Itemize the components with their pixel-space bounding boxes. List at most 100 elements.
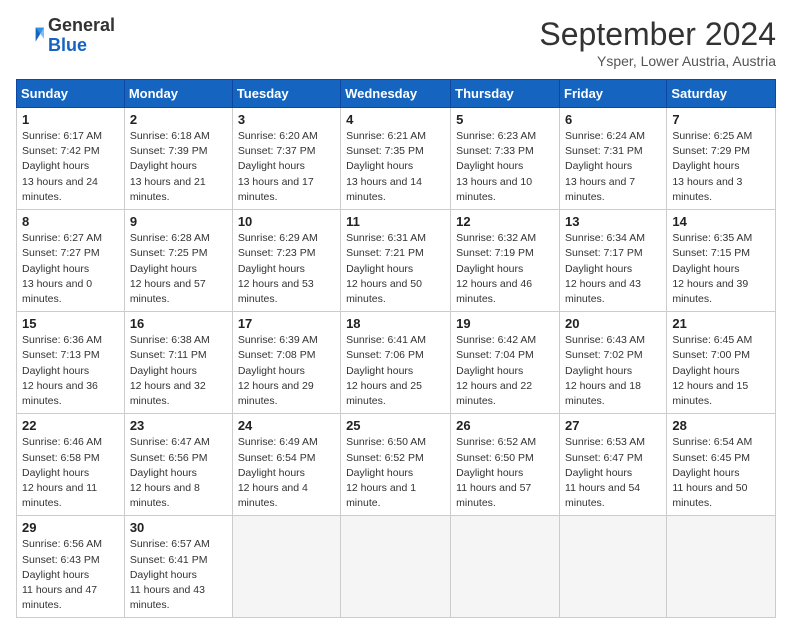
header-thursday: Thursday	[451, 80, 560, 108]
calendar-day-cell	[560, 516, 667, 618]
calendar-day-cell: 16Sunrise: 6:38 AMSunset: 7:11 PMDayligh…	[124, 312, 232, 414]
day-info: Sunrise: 6:32 AMSunset: 7:19 PMDaylight …	[456, 231, 554, 307]
calendar-day-cell: 5 Sunrise: 6:23 AMSunset: 7:33 PMDaylight…	[451, 108, 560, 210]
day-info: Sunrise: 6:42 AMSunset: 7:04 PMDaylight …	[456, 333, 554, 409]
day-info: Sunrise: 6:46 AMSunset: 6:58 PMDaylight …	[22, 435, 119, 511]
calendar-day-cell: 4 Sunrise: 6:21 AMSunset: 7:35 PMDaylight…	[341, 108, 451, 210]
calendar-week-row: 29Sunrise: 6:56 AMSunset: 6:43 PMDayligh…	[17, 516, 776, 618]
calendar-day-cell: 3Sunrise: 6:20 AMSunset: 7:37 PMDaylight…	[232, 108, 340, 210]
calendar-day-cell: 19 Sunrise: 6:42 AMSunset: 7:04 PMDayligh…	[451, 312, 560, 414]
day-info: Sunrise: 6:54 AMSunset: 6:45 PMDaylight …	[672, 435, 770, 511]
calendar-table: Sunday Monday Tuesday Wednesday Thursday…	[16, 79, 776, 618]
day-info: Sunrise: 6:57 AMSunset: 6:41 PMDaylight …	[130, 537, 227, 613]
day-info: Sunrise: 6:24 AMSunset: 7:31 PMDaylight …	[565, 129, 661, 205]
calendar-day-cell: 26Sunrise: 6:52 AMSunset: 6:50 PMDayligh…	[451, 414, 560, 516]
day-info: Sunrise: 6:29 AMSunset: 7:23 PMDaylight …	[238, 231, 335, 307]
page-header: General Blue September 2024 Ysper, Lower…	[16, 16, 776, 69]
day-number: 4	[346, 112, 445, 127]
calendar-day-cell: 15 Sunrise: 6:36 AMSunset: 7:13 PMDayligh…	[17, 312, 125, 414]
calendar-day-cell	[232, 516, 340, 618]
day-number: 29	[22, 520, 119, 535]
day-number: 28	[672, 418, 770, 433]
header-wednesday: Wednesday	[341, 80, 451, 108]
calendar-body: 1 Sunrise: 6:17 AMSunset: 7:42 PMDaylight…	[17, 108, 776, 618]
calendar-day-cell: 6 Sunrise: 6:24 AMSunset: 7:31 PMDaylight…	[560, 108, 667, 210]
calendar-day-cell: 30 Sunrise: 6:57 AMSunset: 6:41 PMDayligh…	[124, 516, 232, 618]
day-info: Sunrise: 6:47 AMSunset: 6:56 PMDaylight …	[130, 435, 227, 511]
day-info: Sunrise: 6:23 AMSunset: 7:33 PMDaylight …	[456, 129, 554, 205]
day-number: 27	[565, 418, 661, 433]
day-info: Sunrise: 6:49 AMSunset: 6:54 PMDaylight …	[238, 435, 335, 511]
day-number: 20	[565, 316, 661, 331]
calendar-day-cell: 11 Sunrise: 6:31 AMSunset: 7:21 PMDayligh…	[341, 210, 451, 312]
logo-blue-text: Blue	[48, 35, 87, 55]
day-number: 26	[456, 418, 554, 433]
day-info: Sunrise: 6:50 AMSunset: 6:52 PMDaylight …	[346, 435, 445, 511]
calendar-day-cell: 28 Sunrise: 6:54 AMSunset: 6:45 PMDayligh…	[667, 414, 776, 516]
day-info: Sunrise: 6:31 AMSunset: 7:21 PMDaylight …	[346, 231, 445, 307]
calendar-day-cell	[451, 516, 560, 618]
calendar-header: Sunday Monday Tuesday Wednesday Thursday…	[17, 80, 776, 108]
header-tuesday: Tuesday	[232, 80, 340, 108]
day-number: 5	[456, 112, 554, 127]
day-info: Sunrise: 6:21 AMSunset: 7:35 PMDaylight …	[346, 129, 445, 205]
day-info: Sunrise: 6:17 AMSunset: 7:42 PMDaylight …	[22, 129, 119, 205]
header-monday: Monday	[124, 80, 232, 108]
logo-general-text: General	[48, 15, 115, 35]
day-number: 1	[22, 112, 119, 127]
header-friday: Friday	[560, 80, 667, 108]
day-number: 9	[130, 214, 227, 229]
day-number: 22	[22, 418, 119, 433]
calendar-day-cell: 21 Sunrise: 6:45 AMSunset: 7:00 PMDayligh…	[667, 312, 776, 414]
day-info: Sunrise: 6:20 AMSunset: 7:37 PMDaylight …	[238, 129, 335, 205]
calendar-week-row: 8 Sunrise: 6:27 AMSunset: 7:27 PMDaylight…	[17, 210, 776, 312]
calendar-day-cell: 8 Sunrise: 6:27 AMSunset: 7:27 PMDaylight…	[17, 210, 125, 312]
day-info: Sunrise: 6:35 AMSunset: 7:15 PMDaylight …	[672, 231, 770, 307]
day-number: 30	[130, 520, 227, 535]
calendar-day-cell: 29Sunrise: 6:56 AMSunset: 6:43 PMDayligh…	[17, 516, 125, 618]
day-number: 24	[238, 418, 335, 433]
day-number: 18	[346, 316, 445, 331]
weekday-header-row: Sunday Monday Tuesday Wednesday Thursday…	[17, 80, 776, 108]
day-number: 15	[22, 316, 119, 331]
calendar-day-cell: 25Sunrise: 6:50 AMSunset: 6:52 PMDayligh…	[341, 414, 451, 516]
calendar-day-cell: 27 Sunrise: 6:53 AMSunset: 6:47 PMDayligh…	[560, 414, 667, 516]
day-number: 6	[565, 112, 661, 127]
calendar-day-cell: 7 Sunrise: 6:25 AMSunset: 7:29 PMDaylight…	[667, 108, 776, 210]
day-info: Sunrise: 6:28 AMSunset: 7:25 PMDaylight …	[130, 231, 227, 307]
title-block: September 2024 Ysper, Lower Austria, Aus…	[539, 16, 776, 69]
day-number: 7	[672, 112, 770, 127]
day-info: Sunrise: 6:27 AMSunset: 7:27 PMDaylight …	[22, 231, 119, 307]
day-number: 8	[22, 214, 119, 229]
calendar-day-cell: 12Sunrise: 6:32 AMSunset: 7:19 PMDayligh…	[451, 210, 560, 312]
day-info: Sunrise: 6:25 AMSunset: 7:29 PMDaylight …	[672, 129, 770, 205]
day-info: Sunrise: 6:43 AMSunset: 7:02 PMDaylight …	[565, 333, 661, 409]
day-info: Sunrise: 6:45 AMSunset: 7:00 PMDaylight …	[672, 333, 770, 409]
calendar-day-cell: 1 Sunrise: 6:17 AMSunset: 7:42 PMDaylight…	[17, 108, 125, 210]
calendar-week-row: 1 Sunrise: 6:17 AMSunset: 7:42 PMDaylight…	[17, 108, 776, 210]
day-info: Sunrise: 6:36 AMSunset: 7:13 PMDaylight …	[22, 333, 119, 409]
calendar-day-cell	[667, 516, 776, 618]
day-number: 10	[238, 214, 335, 229]
calendar-day-cell: 18Sunrise: 6:41 AMSunset: 7:06 PMDayligh…	[341, 312, 451, 414]
month-year-title: September 2024	[539, 16, 776, 53]
calendar-week-row: 22 Sunrise: 6:46 AMSunset: 6:58 PMDayligh…	[17, 414, 776, 516]
day-number: 19	[456, 316, 554, 331]
calendar-day-cell: 20 Sunrise: 6:43 AMSunset: 7:02 PMDayligh…	[560, 312, 667, 414]
day-info: Sunrise: 6:18 AMSunset: 7:39 PMDaylight …	[130, 129, 227, 205]
calendar-week-row: 15 Sunrise: 6:36 AMSunset: 7:13 PMDayligh…	[17, 312, 776, 414]
calendar-day-cell	[341, 516, 451, 618]
day-number: 17	[238, 316, 335, 331]
day-number: 11	[346, 214, 445, 229]
day-number: 14	[672, 214, 770, 229]
header-saturday: Saturday	[667, 80, 776, 108]
day-info: Sunrise: 6:39 AMSunset: 7:08 PMDaylight …	[238, 333, 335, 409]
header-sunday: Sunday	[17, 80, 125, 108]
day-info: Sunrise: 6:53 AMSunset: 6:47 PMDaylight …	[565, 435, 661, 511]
calendar-day-cell: 13Sunrise: 6:34 AMSunset: 7:17 PMDayligh…	[560, 210, 667, 312]
day-number: 2	[130, 112, 227, 127]
location-subtitle: Ysper, Lower Austria, Austria	[539, 53, 776, 69]
calendar-day-cell: 9 Sunrise: 6:28 AMSunset: 7:25 PMDaylight…	[124, 210, 232, 312]
day-number: 21	[672, 316, 770, 331]
calendar-day-cell: 23Sunrise: 6:47 AMSunset: 6:56 PMDayligh…	[124, 414, 232, 516]
